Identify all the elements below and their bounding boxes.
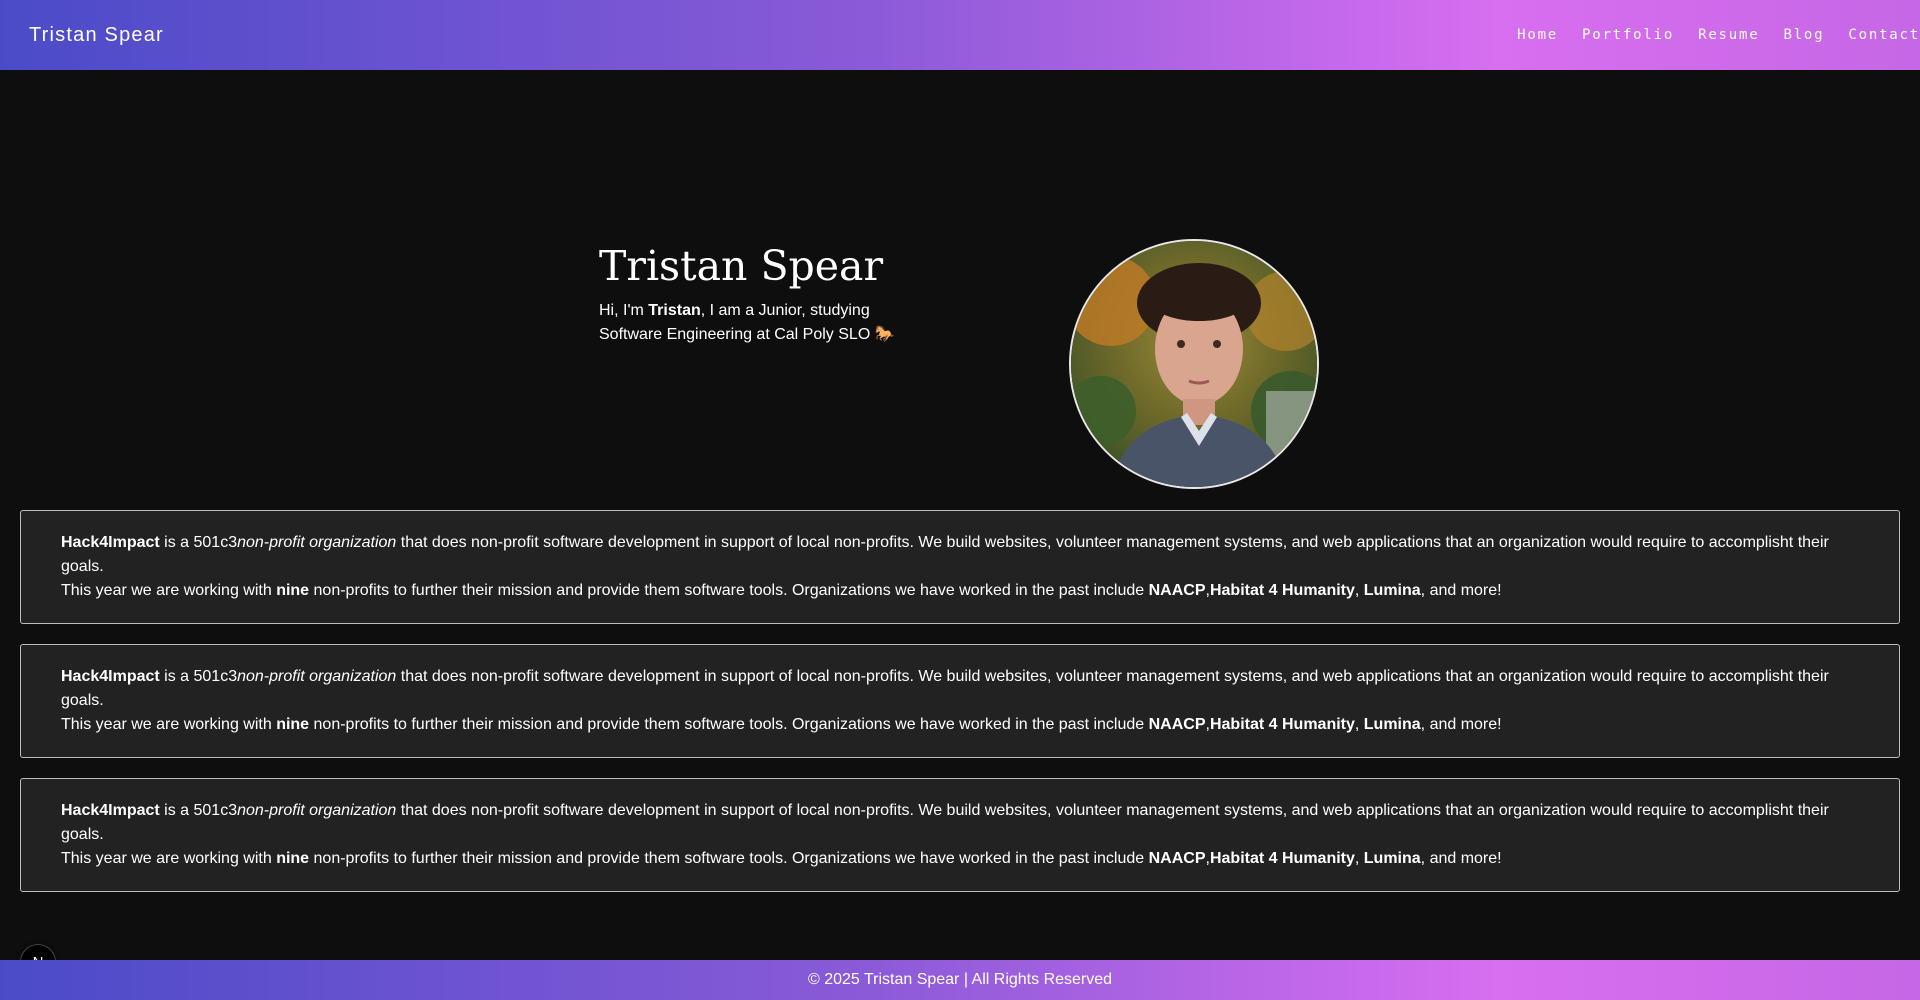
horse-emoji-icon: 🐎 (874, 326, 895, 343)
card-text: , and more! (1420, 850, 1502, 867)
hero-text: Tristan Spear Hi, I'm Tristan, I am a Ju… (599, 246, 939, 347)
footer-copyright: © 2025 Tristan Spear | All Rights Reserv… (807, 971, 1113, 988)
card-bold: NAACP (1148, 716, 1206, 733)
card-text: is a 501c3 (159, 802, 238, 819)
card-italic: non-profit organization (237, 802, 397, 819)
card-line-2: This year we are working with nine non-p… (61, 713, 1859, 737)
card-text: , and more! (1420, 582, 1502, 599)
card-bold: Habitat 4 Humanity (1209, 850, 1355, 867)
profile-photo-image (1071, 241, 1317, 487)
card-line-2: This year we are working with nine non-p… (61, 579, 1859, 603)
nav-resume[interactable]: Resume (1686, 0, 1771, 70)
brand-link[interactable]: Tristan Spear (29, 24, 164, 47)
org-name: Hack4Impact (61, 534, 160, 551)
profile-photo (1069, 239, 1319, 489)
hero-section: Tristan Spear Hi, I'm Tristan, I am a Ju… (0, 70, 1920, 510)
nav-blog[interactable]: Blog (1771, 0, 1836, 70)
info-card: Hack4Impact is a 501c3non-profit organiz… (20, 510, 1900, 624)
card-text: , and more! (1420, 716, 1502, 733)
card-italic: non-profit organization (237, 668, 397, 685)
card-bold: nine (276, 582, 310, 599)
intro-name: Tristan (648, 302, 701, 319)
card-text: This year we are working with (61, 582, 277, 599)
card-text: , (1354, 582, 1364, 599)
card-text: non-profits to further their mission and… (309, 582, 1149, 599)
intro-prefix: Hi, I'm (599, 302, 649, 319)
card-bold: Habitat 4 Humanity (1209, 716, 1355, 733)
card-text: non-profits to further their mission and… (309, 850, 1149, 867)
cards-list: Hack4Impact is a 501c3non-profit organiz… (20, 510, 1900, 912)
card-text: , (1354, 716, 1364, 733)
main-nav: Home Portfolio Resume Blog Contact (1505, 0, 1920, 70)
card-text: This year we are working with (61, 716, 277, 733)
card-bold: Lumina (1363, 582, 1421, 599)
card-line-1: Hack4Impact is a 501c3non-profit organiz… (61, 665, 1859, 713)
card-bold: nine (276, 850, 310, 867)
card-bold: Lumina (1363, 850, 1421, 867)
card-text: , (1354, 850, 1364, 867)
card-bold: NAACP (1148, 582, 1206, 599)
card-bold: NAACP (1148, 850, 1206, 867)
info-card: Hack4Impact is a 501c3non-profit organiz… (20, 778, 1900, 892)
org-name: Hack4Impact (61, 668, 160, 685)
card-line-1: Hack4Impact is a 501c3non-profit organiz… (61, 531, 1859, 579)
card-bold: Habitat 4 Humanity (1209, 582, 1355, 599)
card-bold: nine (276, 716, 310, 733)
card-text: is a 501c3 (159, 534, 238, 551)
card-text: non-profits to further their mission and… (309, 716, 1149, 733)
card-text: This year we are working with (61, 850, 277, 867)
card-bold: Lumina (1363, 716, 1421, 733)
nav-portfolio[interactable]: Portfolio (1570, 0, 1686, 70)
card-text: is a 501c3 (159, 668, 238, 685)
info-card: Hack4Impact is a 501c3non-profit organiz… (20, 644, 1900, 758)
nav-contact[interactable]: Contact (1836, 0, 1920, 70)
nav-home[interactable]: Home (1505, 0, 1570, 70)
site-header: Tristan Spear Home Portfolio Resume Blog… (0, 0, 1920, 70)
card-italic: non-profit organization (237, 534, 397, 551)
hero-title: Tristan Spear (599, 242, 884, 290)
org-name: Hack4Impact (61, 802, 160, 819)
hero-intro: Hi, I'm Tristan, I am a Junior, studying… (599, 299, 929, 347)
card-line-1: Hack4Impact is a 501c3non-profit organiz… (61, 799, 1859, 847)
site-footer: © 2025 Tristan Spear | All Rights Reserv… (0, 960, 1920, 1000)
card-line-2: This year we are working with nine non-p… (61, 847, 1859, 871)
